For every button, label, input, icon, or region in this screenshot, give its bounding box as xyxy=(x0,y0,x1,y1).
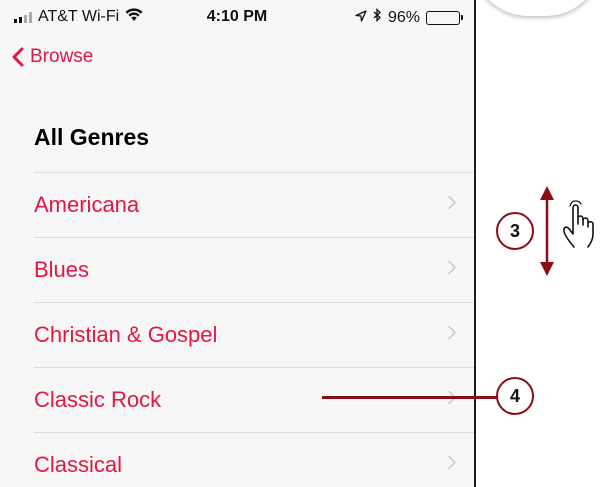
back-button[interactable]: Browse xyxy=(12,46,93,68)
section-title: All Genres xyxy=(34,124,150,150)
step-callout-3: 3 xyxy=(496,212,534,250)
chevron-right-icon xyxy=(448,195,456,215)
battery-percent: 96% xyxy=(387,8,420,26)
chevron-right-icon xyxy=(448,390,456,410)
genre-label: Classical xyxy=(34,452,123,477)
genre-label: Blues xyxy=(34,257,90,282)
genre-row[interactable]: Classical xyxy=(34,432,474,487)
status-right: 96% xyxy=(355,7,463,27)
genre-row[interactable]: Christian & Gospel xyxy=(34,302,474,367)
bluetooth-icon xyxy=(373,7,382,27)
genre-list: Americana Blues Christian & Gospel Classic … xyxy=(0,172,474,487)
genre-label: Classic Rock xyxy=(34,387,162,412)
genre-label: Christian & Gospel xyxy=(34,322,218,347)
chevron-right-icon xyxy=(448,260,456,280)
status-bar: AT&T Wi-Fi 4:10 PM 96% xyxy=(0,0,474,36)
battery-icon xyxy=(426,10,463,25)
step-callout-4: 4 xyxy=(496,377,534,415)
genre-row[interactable]: Americana xyxy=(34,172,474,237)
genre-label: Americana xyxy=(34,192,140,217)
genre-row[interactable]: Blues xyxy=(34,237,474,302)
callout-4-leader-line xyxy=(322,396,498,399)
chevron-right-icon xyxy=(448,325,456,345)
phone-screen: AT&T Wi-Fi 4:10 PM 96% Browse All Genres… xyxy=(0,0,476,487)
scroll-arrow-icon xyxy=(540,186,554,276)
hand-pointer-icon xyxy=(563,200,594,248)
location-arrow-icon xyxy=(355,9,367,27)
back-chevron-icon xyxy=(12,47,24,67)
genre-row[interactable]: Classic Rock xyxy=(34,367,474,432)
decorative-bump xyxy=(472,0,602,16)
back-label: Browse xyxy=(30,46,94,67)
chevron-right-icon xyxy=(448,455,456,475)
